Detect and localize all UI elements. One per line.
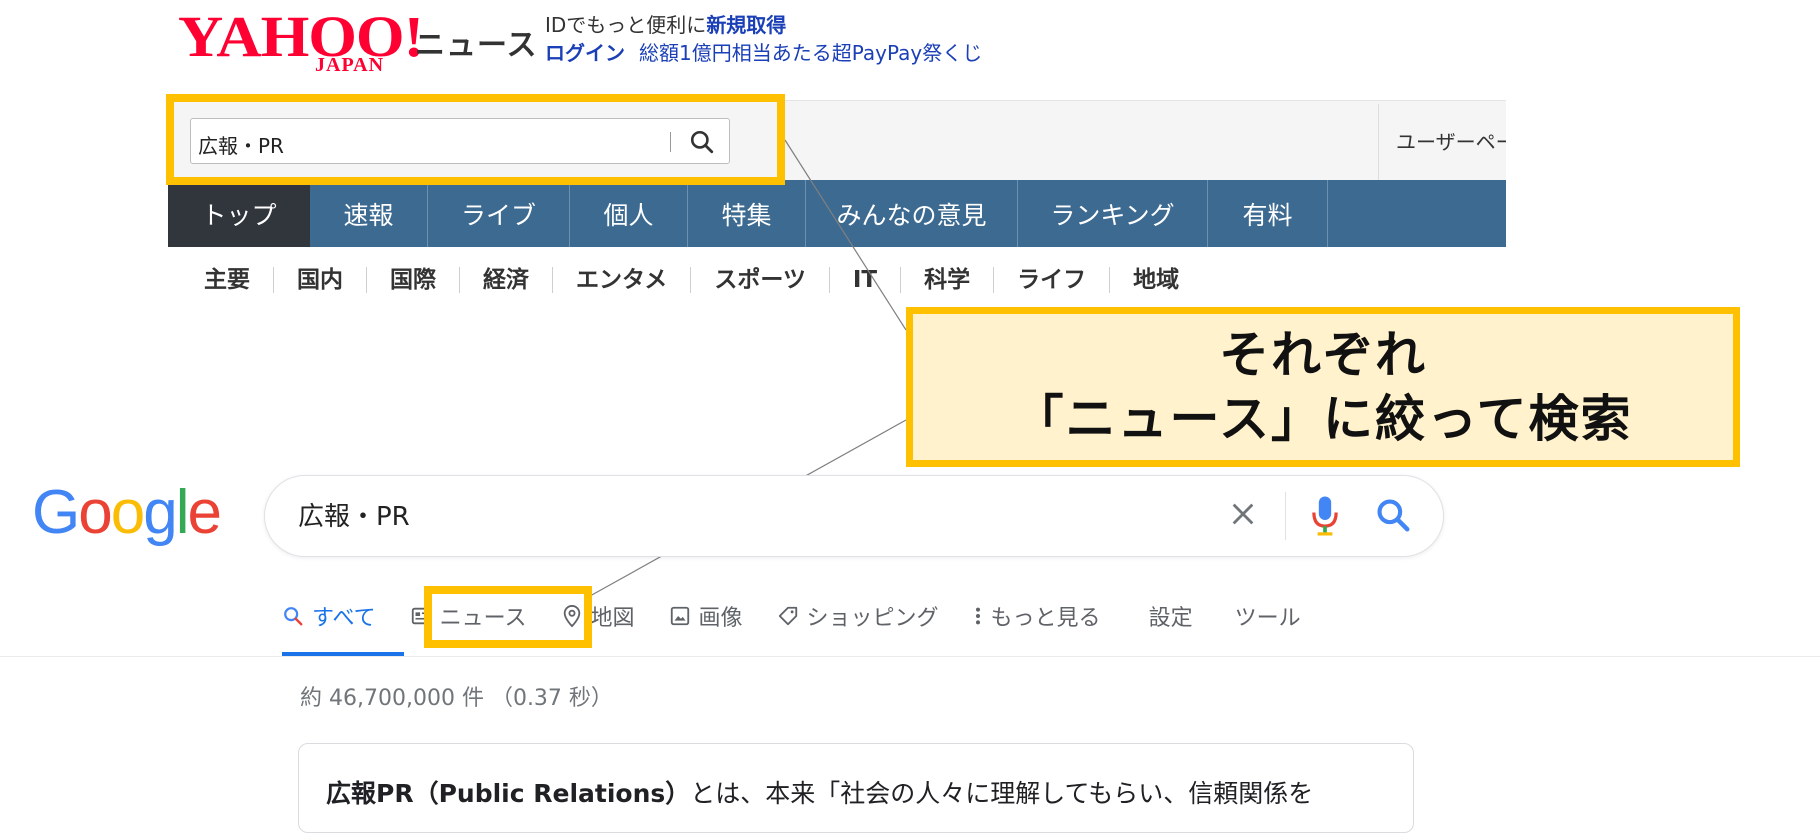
snippet-body: とは、本来「社会の人々に理解してもらい、信頼関係を xyxy=(690,779,1314,808)
image-icon xyxy=(670,606,689,626)
microphone-icon[interactable] xyxy=(1310,494,1340,536)
tag-icon xyxy=(778,606,797,626)
search-icon xyxy=(284,607,303,626)
tab-all-label: すべて xyxy=(312,606,376,631)
highlight-yahoo-search xyxy=(166,94,785,185)
tab-maps-label: 地図 xyxy=(590,606,635,631)
yahoo-category-nav: 主要 国内 国際 経済 エンタメ スポーツ IT 科学 ライフ 地域 xyxy=(190,262,1202,298)
tab-images-label: 画像 xyxy=(698,606,743,631)
yahoo-tab-live[interactable]: ライブ xyxy=(428,180,570,247)
yahoo-login-line: ログイン 総額1億円相当あたる超PayPay祭くじ xyxy=(545,40,982,66)
category-science[interactable]: 科学 xyxy=(900,267,993,293)
search-icon[interactable] xyxy=(1374,496,1412,534)
category-sports[interactable]: スポーツ xyxy=(690,267,829,293)
tools-link[interactable]: ツール xyxy=(1235,600,1301,632)
login-link[interactable]: ログイン xyxy=(545,41,625,65)
category-it[interactable]: IT xyxy=(828,267,900,293)
yahoo-news-label[interactable]: ニュース xyxy=(415,20,538,64)
callout-line-2: 「ニュース」に絞って検索 xyxy=(1013,390,1633,448)
google-search-input[interactable]: 広報・PR xyxy=(298,496,410,533)
featured-snippet-text: 広報PR（Public Relations）とは、本来「社会の人々に理解してもら… xyxy=(326,774,1313,810)
clear-button[interactable] xyxy=(1225,496,1261,532)
yahoo-tab-paid[interactable]: 有料 xyxy=(1208,180,1328,247)
category-economy[interactable]: 経済 xyxy=(459,267,552,293)
tab-all[interactable]: すべて xyxy=(282,600,376,632)
yahoo-tab-top[interactable]: トップ xyxy=(168,180,310,247)
signup-link[interactable]: 新規取得 xyxy=(706,13,786,37)
tab-images[interactable]: 画像 xyxy=(669,600,743,632)
yahoo-tab-flash[interactable]: 速報 xyxy=(310,180,428,247)
category-world[interactable]: 国際 xyxy=(366,267,459,293)
snippet-term-paren: （Public Relations） xyxy=(413,779,691,808)
yahoo-promo-line: IDでもっと便利に新規取得 xyxy=(545,12,786,38)
callout-box: それぞれ 「ニュース」に絞って検索 xyxy=(906,307,1740,467)
close-icon xyxy=(1232,503,1254,525)
category-life[interactable]: ライフ xyxy=(993,267,1109,293)
yahoo-tab-individual[interactable]: 個人 xyxy=(570,180,688,247)
yahoo-logo-japan: JAPAN xyxy=(315,54,385,76)
paypay-promo-link[interactable]: 総額1億円相当あたる超PayPay祭くじ xyxy=(639,41,982,65)
yahoo-main-nav: トップ 速報 ライブ 個人 特集 みんなの意見 ランキング 有料 xyxy=(168,180,1506,247)
tab-more-label: もっと見る xyxy=(990,606,1101,631)
yahoo-logo[interactable]: YAHOO! xyxy=(178,8,424,66)
tab-shopping-label: ショッピング xyxy=(806,606,939,631)
promo-text: IDでもっと便利に xyxy=(545,13,707,37)
yahoo-tab-features[interactable]: 特集 xyxy=(688,180,806,247)
callout-line-1: それぞれ xyxy=(1219,326,1427,384)
divider xyxy=(1285,492,1286,540)
more-vertical-icon xyxy=(975,607,980,625)
settings-link[interactable]: 設定 xyxy=(1149,600,1193,632)
category-domestic[interactable]: 国内 xyxy=(273,267,366,293)
category-main[interactable]: 主要 xyxy=(190,267,273,293)
user-page-link[interactable]: ユーザーペー xyxy=(1396,126,1506,155)
divider xyxy=(0,656,1820,657)
result-stats: 約 46,700,000 件 （0.37 秒） xyxy=(300,686,613,711)
category-local[interactable]: 地域 xyxy=(1109,267,1202,293)
highlight-google-news-tab xyxy=(424,586,592,648)
tab-more[interactable]: もっと見る xyxy=(973,600,1101,632)
google-search-box[interactable] xyxy=(264,475,1444,557)
snippet-term: 広報PR xyxy=(326,779,414,808)
divider xyxy=(1378,104,1379,180)
category-entertainment[interactable]: エンタメ xyxy=(552,267,690,293)
yahoo-tab-ranking[interactable]: ランキング xyxy=(1018,180,1208,247)
yahoo-tab-opinions[interactable]: みんなの意見 xyxy=(806,180,1018,247)
google-logo[interactable]: Google xyxy=(32,478,222,548)
tab-shopping[interactable]: ショッピング xyxy=(777,600,939,632)
